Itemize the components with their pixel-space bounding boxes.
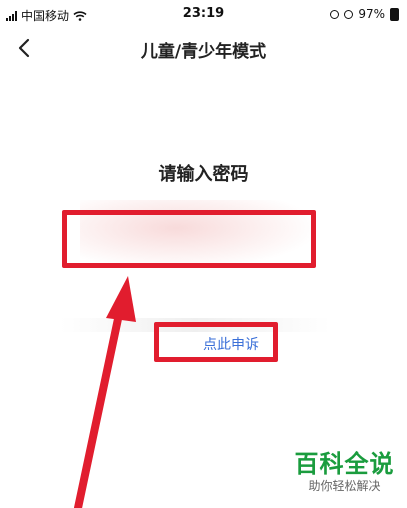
- status-right: 97%: [330, 7, 399, 21]
- appeal-highlight-box: [154, 322, 278, 362]
- watermark: 百科全说 助你轻松解决: [282, 450, 407, 494]
- alarm-icon: [344, 9, 354, 19]
- watermark-subtitle: 助你轻松解决: [308, 479, 381, 493]
- status-bar: 中国移动 23:19 97%: [0, 0, 407, 28]
- watermark-title: 百科全说: [294, 450, 395, 478]
- password-prompt: 请输入密码: [158, 164, 249, 185]
- page-title: 儿童/青少年模式: [140, 42, 267, 62]
- screen: 中国移动 23:19 97% 儿童/青少年模式 请输入密码 点此申诉 百科全说 …: [0, 0, 407, 508]
- battery-percent: 97%: [358, 7, 385, 21]
- nav-bar: 儿童/青少年模式: [0, 28, 407, 66]
- orientation-lock-icon: [330, 9, 340, 19]
- input-highlight-box: [62, 210, 316, 268]
- battery-icon: [390, 7, 399, 21]
